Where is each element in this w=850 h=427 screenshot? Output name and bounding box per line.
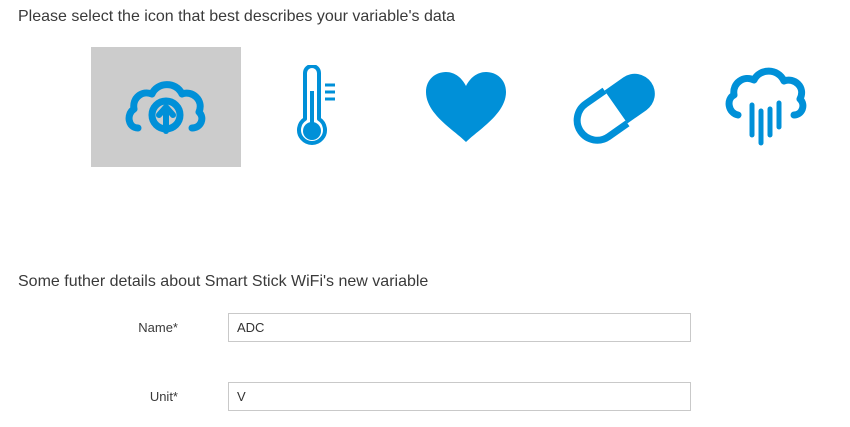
variable-setup-page: Please select the icon that best describ… bbox=[0, 0, 850, 427]
unit-input[interactable] bbox=[228, 382, 691, 411]
icon-option-thermometer[interactable] bbox=[241, 47, 391, 167]
details-heading: Some futher details about Smart Stick Wi… bbox=[18, 273, 429, 290]
icon-option-heart[interactable] bbox=[391, 47, 541, 167]
icon-option-pill[interactable] bbox=[541, 47, 691, 167]
name-input[interactable] bbox=[228, 313, 691, 342]
cloud-upload-icon bbox=[125, 81, 206, 134]
pill-icon bbox=[573, 73, 655, 144]
icon-choices bbox=[91, 47, 831, 167]
name-field-row: Name* bbox=[0, 313, 850, 343]
rain-cloud-icon bbox=[725, 67, 807, 146]
thermometer-icon bbox=[297, 65, 335, 145]
unit-field-row: Unit* bbox=[0, 382, 850, 412]
icon-selection-heading: Please select the icon that best describ… bbox=[18, 8, 456, 25]
heart-icon bbox=[426, 72, 506, 142]
icon-option-cloud-upload[interactable] bbox=[91, 47, 241, 167]
icon-option-rain-cloud[interactable] bbox=[691, 47, 841, 167]
name-label: Name* bbox=[138, 320, 178, 335]
unit-label: Unit* bbox=[149, 389, 178, 404]
